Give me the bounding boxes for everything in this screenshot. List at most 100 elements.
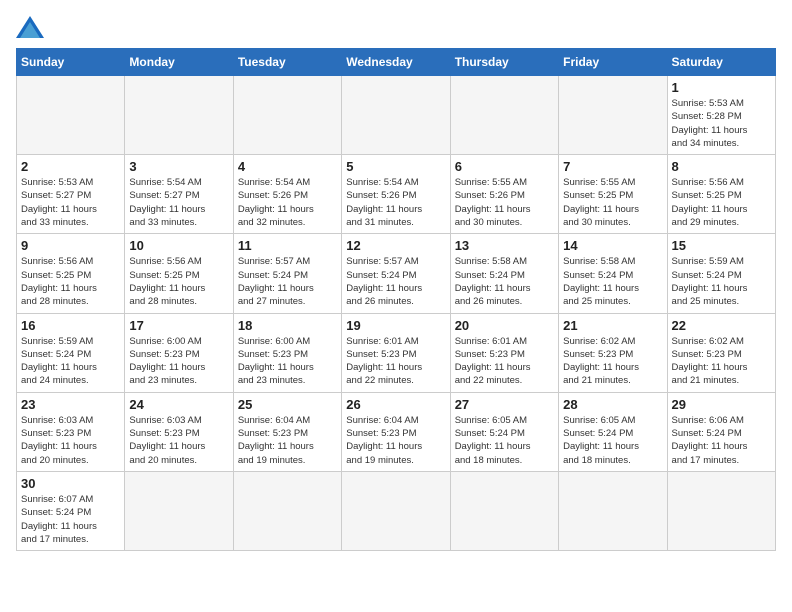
calendar-week-row: 1 Sunrise: 5:53 AM Sunset: 5:28 PM Daylig… — [17, 76, 776, 155]
calendar-cell: 9 Sunrise: 5:56 AM Sunset: 5:25 PM Daylig… — [17, 234, 125, 313]
day-info: Sunrise: 6:00 AM Sunset: 5:23 PM Dayligh… — [129, 335, 228, 388]
day-number: 30 — [21, 476, 120, 491]
day-number: 12 — [346, 238, 445, 253]
day-number: 18 — [238, 318, 337, 333]
calendar-week-row: 16Sunrise: 5:59 AM Sunset: 5:24 PM Dayli… — [17, 313, 776, 392]
day-info: Sunrise: 6:07 AM Sunset: 5:24 PM Dayligh… — [21, 493, 120, 546]
calendar-cell: 22 Sunrise: 6:02 AM Sunset: 5:23 PM Dayli… — [667, 313, 775, 392]
calendar-cell: 16Sunrise: 5:59 AM Sunset: 5:24 PM Dayli… — [17, 313, 125, 392]
day-info: Sunrise: 5:56 AM Sunset: 5:25 PM Dayligh… — [129, 255, 228, 308]
day-number: 5 — [346, 159, 445, 174]
day-number: 25 — [238, 397, 337, 412]
calendar-cell: 1 Sunrise: 5:53 AM Sunset: 5:28 PM Daylig… — [667, 76, 775, 155]
calendar-cell — [125, 76, 233, 155]
day-info: Sunrise: 6:02 AM Sunset: 5:23 PM Dayligh… — [672, 335, 771, 388]
day-info: Sunrise: 6:03 AM Sunset: 5:23 PM Dayligh… — [21, 414, 120, 467]
day-info: Sunrise: 5:53 AM Sunset: 5:28 PM Dayligh… — [672, 97, 771, 150]
day-number: 14 — [563, 238, 662, 253]
calendar-cell: 14 Sunrise: 5:58 AM Sunset: 5:24 PM Dayli… — [559, 234, 667, 313]
calendar-cell — [667, 471, 775, 550]
calendar-cell — [17, 76, 125, 155]
weekday-header-sunday: Sunday — [17, 49, 125, 76]
weekday-header-wednesday: Wednesday — [342, 49, 450, 76]
day-info: Sunrise: 6:00 AM Sunset: 5:23 PM Dayligh… — [238, 335, 337, 388]
day-info: Sunrise: 5:59 AM Sunset: 5:24 PM Dayligh… — [672, 255, 771, 308]
day-info: Sunrise: 6:06 AM Sunset: 5:24 PM Dayligh… — [672, 414, 771, 467]
day-number: 22 — [672, 318, 771, 333]
calendar-cell — [559, 76, 667, 155]
day-info: Sunrise: 5:55 AM Sunset: 5:25 PM Dayligh… — [563, 176, 662, 229]
calendar-cell — [233, 471, 341, 550]
calendar-cell: 12 Sunrise: 5:57 AM Sunset: 5:24 PM Dayli… — [342, 234, 450, 313]
day-number: 20 — [455, 318, 554, 333]
weekday-header-saturday: Saturday — [667, 49, 775, 76]
calendar-cell — [125, 471, 233, 550]
calendar-cell: 11 Sunrise: 5:57 AM Sunset: 5:24 PM Dayli… — [233, 234, 341, 313]
day-number: 29 — [672, 397, 771, 412]
day-number: 24 — [129, 397, 228, 412]
calendar-table: SundayMondayTuesdayWednesdayThursdayFrid… — [16, 48, 776, 551]
calendar-cell — [342, 76, 450, 155]
day-info: Sunrise: 5:57 AM Sunset: 5:24 PM Dayligh… — [238, 255, 337, 308]
generalblue-logo-icon — [16, 16, 44, 38]
day-info: Sunrise: 5:55 AM Sunset: 5:26 PM Dayligh… — [455, 176, 554, 229]
header — [16, 16, 776, 38]
day-info: Sunrise: 6:03 AM Sunset: 5:23 PM Dayligh… — [129, 414, 228, 467]
day-info: Sunrise: 5:58 AM Sunset: 5:24 PM Dayligh… — [455, 255, 554, 308]
calendar-cell: 13 Sunrise: 5:58 AM Sunset: 5:24 PM Dayli… — [450, 234, 558, 313]
calendar-cell: 24 Sunrise: 6:03 AM Sunset: 5:23 PM Dayli… — [125, 392, 233, 471]
calendar-cell: 8 Sunrise: 5:56 AM Sunset: 5:25 PM Daylig… — [667, 155, 775, 234]
day-number: 13 — [455, 238, 554, 253]
calendar-cell: 3 Sunrise: 5:54 AM Sunset: 5:27 PM Daylig… — [125, 155, 233, 234]
calendar-cell: 23Sunrise: 6:03 AM Sunset: 5:23 PM Dayli… — [17, 392, 125, 471]
calendar-cell — [450, 471, 558, 550]
calendar-cell: 20 Sunrise: 6:01 AM Sunset: 5:23 PM Dayli… — [450, 313, 558, 392]
calendar-week-row: 23Sunrise: 6:03 AM Sunset: 5:23 PM Dayli… — [17, 392, 776, 471]
day-info: Sunrise: 5:56 AM Sunset: 5:25 PM Dayligh… — [672, 176, 771, 229]
calendar-cell: 19Sunrise: 6:01 AM Sunset: 5:23 PM Dayli… — [342, 313, 450, 392]
day-info: Sunrise: 5:58 AM Sunset: 5:24 PM Dayligh… — [563, 255, 662, 308]
calendar-cell: 26 Sunrise: 6:04 AM Sunset: 5:23 PM Dayli… — [342, 392, 450, 471]
day-info: Sunrise: 6:04 AM Sunset: 5:23 PM Dayligh… — [346, 414, 445, 467]
day-info: Sunrise: 5:54 AM Sunset: 5:27 PM Dayligh… — [129, 176, 228, 229]
day-number: 10 — [129, 238, 228, 253]
day-number: 7 — [563, 159, 662, 174]
calendar-cell — [450, 76, 558, 155]
calendar-cell: 18 Sunrise: 6:00 AM Sunset: 5:23 PM Dayli… — [233, 313, 341, 392]
day-info: Sunrise: 6:01 AM Sunset: 5:23 PM Dayligh… — [346, 335, 445, 388]
day-number: 26 — [346, 397, 445, 412]
day-info: Sunrise: 5:54 AM Sunset: 5:26 PM Dayligh… — [346, 176, 445, 229]
day-info: Sunrise: 5:53 AM Sunset: 5:27 PM Dayligh… — [21, 176, 120, 229]
calendar-cell: 6 Sunrise: 5:55 AM Sunset: 5:26 PM Daylig… — [450, 155, 558, 234]
calendar-cell: 2Sunrise: 5:53 AM Sunset: 5:27 PM Daylig… — [17, 155, 125, 234]
calendar-cell — [342, 471, 450, 550]
day-number: 3 — [129, 159, 228, 174]
weekday-header-friday: Friday — [559, 49, 667, 76]
day-number: 16 — [21, 318, 120, 333]
day-number: 1 — [672, 80, 771, 95]
calendar-cell: 28Sunrise: 6:05 AM Sunset: 5:24 PM Dayli… — [559, 392, 667, 471]
day-number: 11 — [238, 238, 337, 253]
weekday-header-row: SundayMondayTuesdayWednesdayThursdayFrid… — [17, 49, 776, 76]
day-number: 21 — [563, 318, 662, 333]
calendar-cell: 7 Sunrise: 5:55 AM Sunset: 5:25 PM Daylig… — [559, 155, 667, 234]
calendar-cell — [559, 471, 667, 550]
calendar-cell: 4Sunrise: 5:54 AM Sunset: 5:26 PM Daylig… — [233, 155, 341, 234]
calendar-cell: 5 Sunrise: 5:54 AM Sunset: 5:26 PM Daylig… — [342, 155, 450, 234]
weekday-header-tuesday: Tuesday — [233, 49, 341, 76]
day-number: 27 — [455, 397, 554, 412]
day-number: 28 — [563, 397, 662, 412]
day-info: Sunrise: 6:01 AM Sunset: 5:23 PM Dayligh… — [455, 335, 554, 388]
day-number: 8 — [672, 159, 771, 174]
calendar-week-row: 30 Sunrise: 6:07 AM Sunset: 5:24 PM Dayli… — [17, 471, 776, 550]
calendar-cell: 17Sunrise: 6:00 AM Sunset: 5:23 PM Dayli… — [125, 313, 233, 392]
day-info: Sunrise: 5:56 AM Sunset: 5:25 PM Dayligh… — [21, 255, 120, 308]
calendar-week-row: 2Sunrise: 5:53 AM Sunset: 5:27 PM Daylig… — [17, 155, 776, 234]
day-info: Sunrise: 5:57 AM Sunset: 5:24 PM Dayligh… — [346, 255, 445, 308]
day-number: 4 — [238, 159, 337, 174]
calendar-cell: 15Sunrise: 5:59 AM Sunset: 5:24 PM Dayli… — [667, 234, 775, 313]
day-number: 9 — [21, 238, 120, 253]
day-number: 6 — [455, 159, 554, 174]
calendar-cell — [233, 76, 341, 155]
day-info: Sunrise: 6:02 AM Sunset: 5:23 PM Dayligh… — [563, 335, 662, 388]
